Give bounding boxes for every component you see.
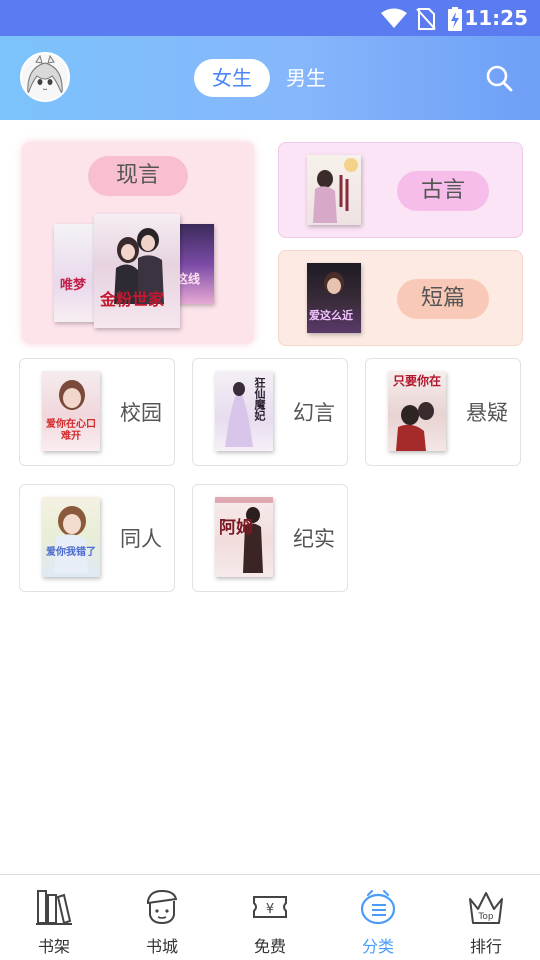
free-ticket-icon: ¥ [253,896,287,918]
tongren-cover-art [54,506,88,573]
tab-label-bookshelf: 书架 [37,937,70,956]
tab-bookshelf[interactable]: 书架 [0,875,108,960]
status-time: 11:25 [464,6,528,30]
tab-category[interactable]: 分类 [324,875,432,960]
cover-title-huanyan: 狂仙魔妃 [253,377,266,421]
book-cover-huanyan: 狂仙魔妃 [215,371,273,451]
cover-title-xiaoyuan: 爱你在心口难开 [46,419,96,442]
category-card-xiaoyuan[interactable]: 爱你在心口难开 校园 [19,358,175,466]
book-cover-xuanyi: 只要你在 [388,371,446,451]
category-card-guyan[interactable]: 古言 [278,142,523,238]
bottom-tab-bar: 书架 书城 ¥ 免费 分类 Top 排行 [0,874,540,960]
cover-title-left: 唯梦 [60,278,87,293]
cover-title-xuanyi: 只要你在 [392,374,441,388]
guyan-cover-art [313,158,358,223]
no-sim-icon [416,8,436,30]
category-label-xiaoyuan: 校园 [120,401,162,425]
svg-text:Top: Top [477,912,493,922]
cover-title-tongren: 爱你我错了 [46,547,96,558]
book-cover-duanpian: 爱这么近 [307,263,361,333]
book-cover-xiaoyuan: 爱你在心口难开 [42,371,100,451]
cover-title-jishi: 阿姆 [219,518,253,538]
tab-female[interactable]: 女生 [194,59,270,97]
category-label-tongren: 同人 [120,527,162,551]
battery-charging-icon [448,7,462,31]
category-label-xuanyi: 悬疑 [466,401,508,425]
tab-label-category: 分类 [361,937,394,956]
bookshelf-icon [36,890,72,925]
category-card-jishi[interactable]: 阿姆 纪实 [192,484,348,592]
category-card-tongren[interactable]: 爱你我错了 同人 [19,484,175,592]
category-label-jishi: 纪实 [293,527,335,551]
category-label-guyan: 古言 [397,171,489,211]
svg-text:¥: ¥ [266,902,274,917]
tab-male[interactable]: 男生 [276,59,336,97]
tab-label-free: 免费 [253,937,286,956]
category-icon [360,890,396,925]
status-bar: 11:25 [0,0,540,36]
tab-bookstore[interactable]: 书城 [108,875,216,960]
category-label-xianyan: 现言 [88,156,188,196]
category-card-duanpian[interactable]: 爱这么近 短篇 [278,250,523,346]
crown-top-icon: Top [469,892,503,924]
bookstore-icon [147,889,178,925]
category-label-huanyan: 幻言 [293,401,335,425]
search-icon[interactable] [484,63,514,93]
wifi-icon [381,8,407,28]
book-cover-tongren: 爱你我错了 [42,497,100,577]
user-avatar[interactable] [20,52,70,102]
tab-free[interactable]: ¥ 免费 [216,875,324,960]
tab-ranking[interactable]: Top 排行 [432,875,540,960]
category-card-xuanyi[interactable]: 只要你在 悬疑 [365,358,521,466]
top-header: 女生 男生 [0,36,540,120]
tab-label-ranking: 排行 [469,937,502,956]
anime-girl-avatar-icon [22,54,68,100]
book-cover-guyan [307,155,361,225]
cover-title-center: 金粉世家 [100,290,165,309]
cover-title-duanpian: 爱这么近 [309,309,353,322]
category-card-huanyan[interactable]: 狂仙魔妃 幻言 [192,358,348,466]
book-cover-center: 金粉世家 [94,214,180,328]
book-cover-jishi: 阿姆 [215,497,273,577]
category-card-xianyan[interactable]: 现言 唯梦 这线 金粉世家 [22,142,254,344]
tab-label-bookstore: 书城 [145,937,178,956]
category-label-duanpian: 短篇 [397,279,489,319]
couple-illustration [114,228,164,304]
